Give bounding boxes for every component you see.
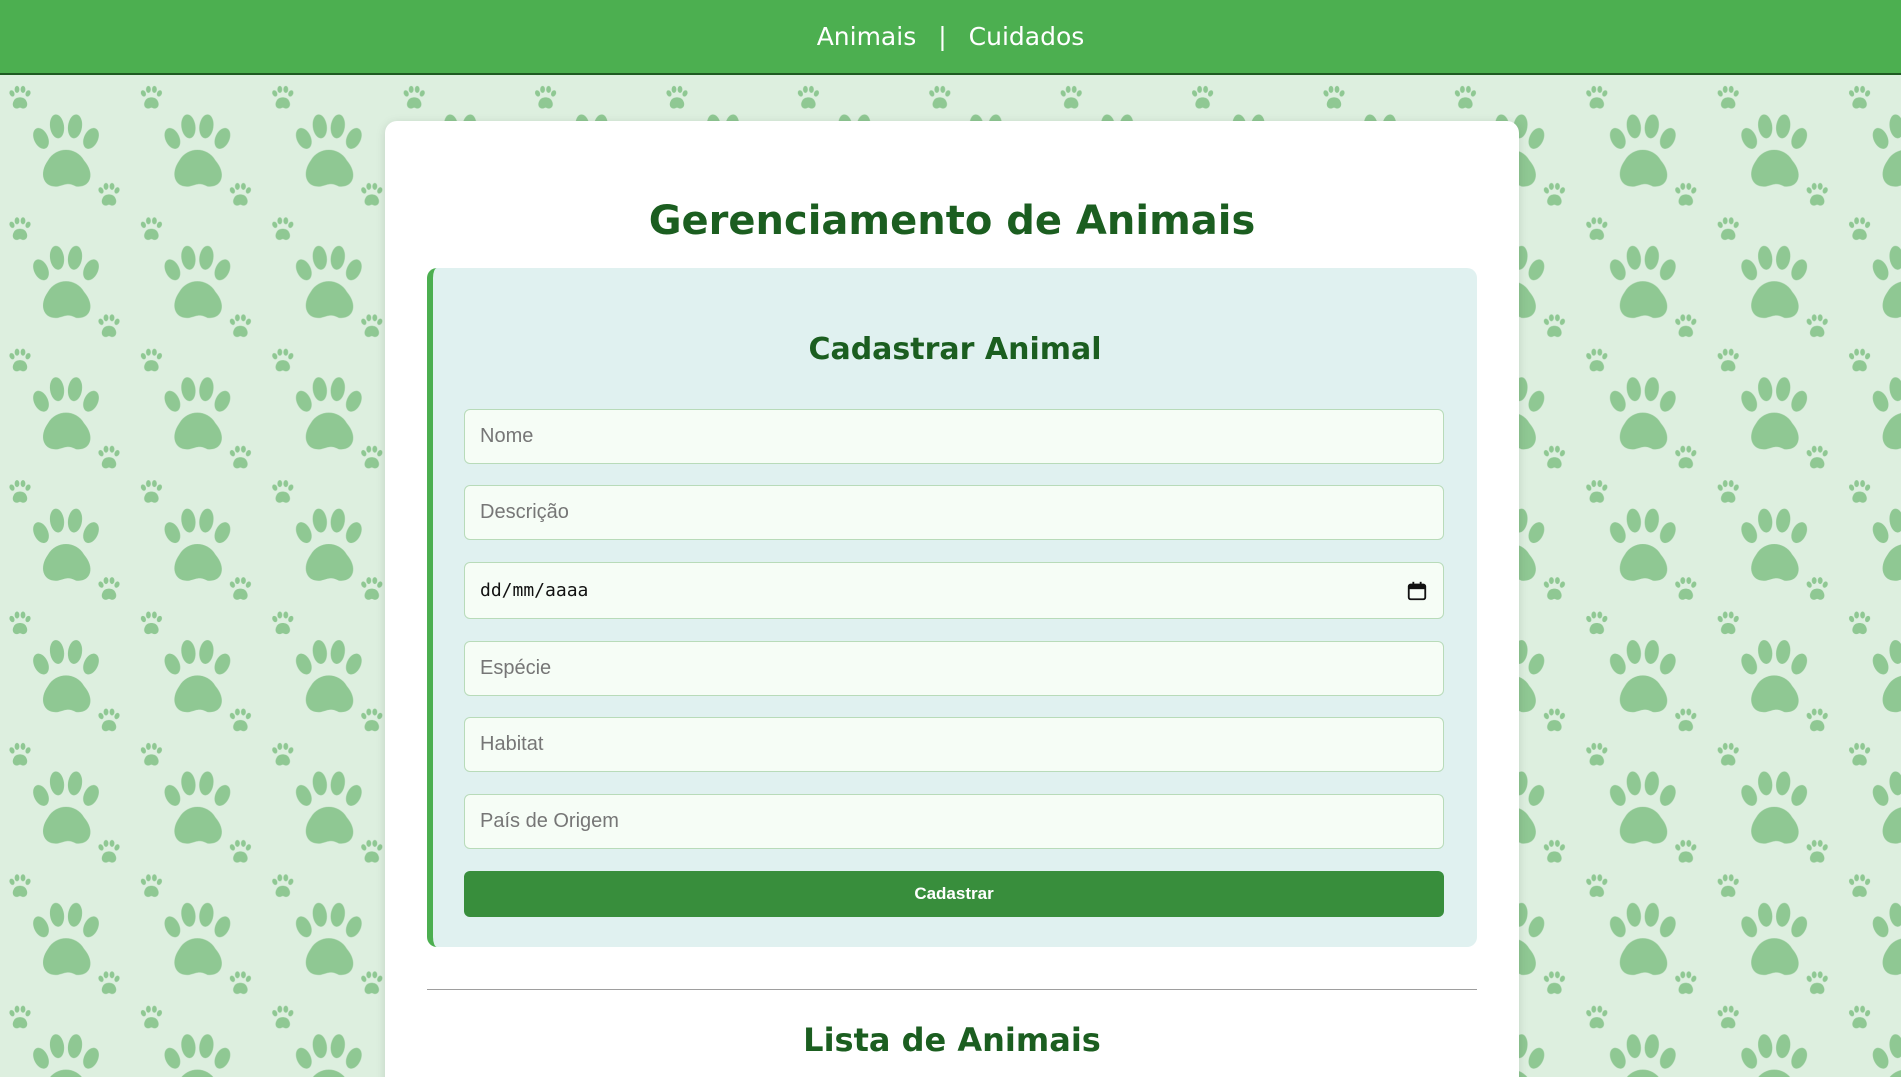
animal-list-title: Lista de Animais (803, 1021, 1101, 1059)
nav-link-animais[interactable]: Animais (817, 22, 917, 51)
calendar-icon[interactable] (1406, 580, 1428, 602)
description-input[interactable] (464, 485, 1444, 540)
nav-link-cuidados[interactable]: Cuidados (969, 22, 1085, 51)
register-button[interactable]: Cadastrar (464, 871, 1444, 917)
form-title: Cadastrar Animal (808, 332, 1102, 367)
nav-separator: | (938, 22, 947, 51)
section-divider (427, 989, 1477, 990)
main-card: Gerenciamento de Animais Cadastrar Anima… (385, 121, 1519, 1077)
name-input[interactable] (464, 409, 1444, 464)
date-placeholder: dd/mm/aaaa (480, 580, 589, 601)
date-input[interactable]: dd/mm/aaaa (464, 562, 1444, 619)
species-input[interactable] (464, 641, 1444, 696)
top-navbar: Animais | Cuidados (0, 0, 1901, 75)
register-animal-form: Cadastrar Animal dd/mm/aaaa Cadastrar (427, 268, 1477, 947)
page-title: Gerenciamento de Animais (648, 198, 1256, 244)
habitat-input[interactable] (464, 717, 1444, 772)
country-of-origin-input[interactable] (464, 794, 1444, 849)
